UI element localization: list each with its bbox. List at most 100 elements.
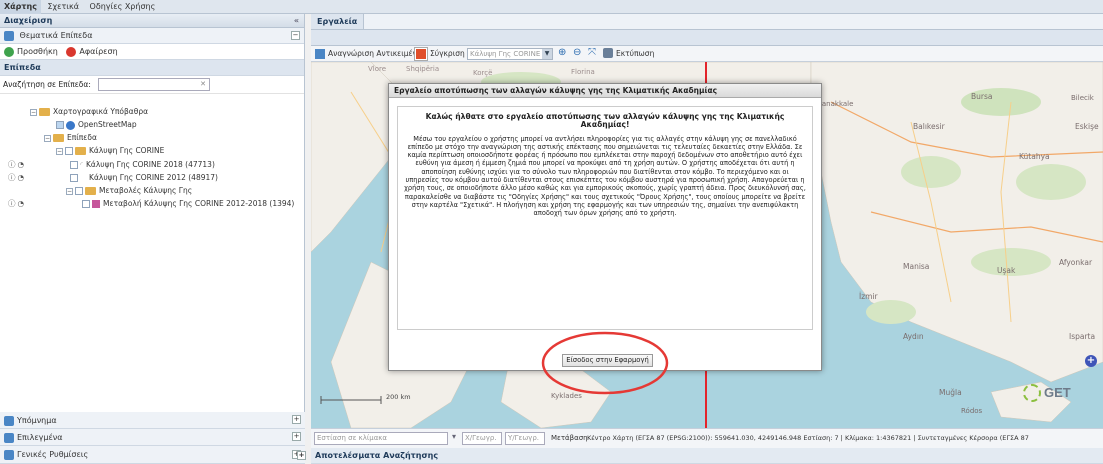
- identify-icon[interactable]: [315, 49, 325, 59]
- tree-node-label: Μεταβολές Κάλυψης Γης: [99, 186, 193, 195]
- opacity-icon[interactable]: ◔: [18, 160, 25, 169]
- collapse-toggle-icon[interactable]: −: [291, 31, 300, 40]
- legend-panel-header[interactable]: Υπόμνημα +: [0, 412, 305, 429]
- tools-tabbar: Εργαλεία: [311, 14, 1103, 30]
- info-icon[interactable]: ⓘ: [8, 160, 16, 169]
- thematic-levels-header[interactable]: Θεματικά Επίπεδα −: [0, 28, 304, 44]
- map-info-text: Κέντρο Χάρτη (ΕΓΣΑ 87 (EPSG:2100)): 5596…: [587, 434, 1029, 442]
- folder-icon: [39, 108, 50, 116]
- y-coord-input[interactable]: Y/Γεωγρ.: [505, 432, 545, 445]
- map-label: Çanakkale: [817, 100, 854, 108]
- tree-node-changes[interactable]: − Μεταβολές Κάλυψης Γης: [66, 185, 192, 197]
- add-button[interactable]: Προσθήκη: [17, 47, 58, 56]
- tree-node-change-2012-2018[interactable]: ⓘ ◔ Μεταβολή Κάλυψης Γης CORINE 2012-2018 …: [8, 198, 294, 210]
- settings-panel-header[interactable]: Γενικές Ρυθμίσεις +: [0, 446, 305, 464]
- tab-map[interactable]: Χάρτης: [0, 0, 41, 14]
- expand-toggle-icon[interactable]: +: [292, 415, 301, 424]
- layer-select-value: Κάλυψη Γης CORINE 20: [470, 50, 552, 58]
- chevron-down-icon[interactable]: ▼: [542, 49, 552, 59]
- info-icon[interactable]: ⓘ: [8, 173, 16, 182]
- scale-search-input[interactable]: Εστίαση σε κλίμακα: [314, 432, 448, 445]
- expand-icon[interactable]: −: [66, 187, 73, 195]
- tab-tools[interactable]: Εργαλεία: [311, 14, 365, 29]
- tree-node-corine-2018[interactable]: ⓘ ◔ ◜ Κάλυψη Γης CORINE 2018 (47713): [8, 159, 215, 171]
- legend-icon: [4, 415, 14, 426]
- tree-node-layers[interactable]: − Επίπεδα: [44, 132, 97, 144]
- add-layer-icon[interactable]: +: [1085, 355, 1097, 367]
- levels-tab[interactable]: Επίπεδα: [0, 60, 304, 76]
- layer-checkbox[interactable]: [82, 200, 91, 208]
- remove-button[interactable]: Αφαίρεση: [79, 47, 117, 56]
- tree-node-label: Κάλυψη Γης CORINE: [89, 146, 165, 155]
- remove-icon[interactable]: [66, 46, 77, 57]
- chevron-down-icon[interactable]: ▾: [452, 432, 456, 441]
- map-label: Shqipëria: [406, 65, 440, 73]
- tree-node-corine-2012[interactable]: ⓘ ◔ Κάλυψη Γης CORINE 2012 (48917): [8, 172, 218, 184]
- map-label: Balıkesir: [913, 122, 945, 131]
- dialog-text: Μέσω του εργαλείου ο χρήστης μπορεί να α…: [404, 134, 806, 218]
- search-results-header[interactable]: + Αποτελέσματα Αναζήτησης: [297, 448, 1103, 464]
- legend-label: Υπόμνημα: [17, 416, 57, 425]
- settings-icon: [4, 449, 14, 460]
- selected-panel-header[interactable]: Επιλεγμένα +: [0, 429, 305, 446]
- left-bottom-panels: Υπόμνημα + Επιλεγμένα + Γενικές Ρυθμίσεις +: [0, 412, 305, 464]
- collapse-icon[interactable]: «: [294, 14, 299, 28]
- level-search-input[interactable]: ✕: [98, 78, 210, 91]
- layer-select[interactable]: Κάλυψη Γης CORINE 20 ▼: [467, 48, 553, 60]
- layer-checkbox[interactable]: [70, 174, 79, 182]
- opacity-icon[interactable]: ◔: [18, 173, 25, 182]
- print-button[interactable]: Εκτύπωση: [616, 49, 654, 58]
- expand-toggle-icon[interactable]: +: [297, 451, 306, 460]
- extent-icon[interactable]: ⤧: [588, 47, 596, 58]
- y-coord-placeholder: Y/Γεωγρ.: [508, 434, 539, 442]
- layer-checkbox[interactable]: [56, 121, 64, 129]
- map-toolbar: Αναγνώριση Αντικειμένων Σύγκριση Κάλυψη …: [311, 46, 1103, 62]
- tab-instructions[interactable]: Οδηγίες Χρήσης: [86, 0, 160, 14]
- top-tab-bar: Χάρτης Σχετικά Οδηγίες Χρήσης: [0, 0, 1103, 14]
- layer-checkbox[interactable]: [70, 161, 79, 169]
- tree-node-corine[interactable]: − Κάλυψη Γης CORINE: [56, 145, 164, 157]
- layer-tree: − Χαρτογραφικά Υπόβαθρα OpenStreetMap − Επ…: [0, 94, 304, 352]
- tree-node-label: Επίπεδα: [67, 133, 97, 142]
- x-coord-input[interactable]: X/Γεωγρ.: [462, 432, 502, 445]
- layer-checkbox[interactable]: [65, 147, 73, 155]
- management-panel: Διαχείριση « Θεματικά Επίπεδα − Προσθήκη…: [0, 14, 305, 464]
- tree-node-label: Κάλυψη Γης CORINE 2018 (47713): [85, 160, 215, 169]
- identify-button[interactable]: Αναγνώριση Αντικειμένων: [328, 49, 427, 58]
- compare-button[interactable]: Σύγκριση: [430, 49, 465, 58]
- add-icon[interactable]: [4, 46, 14, 57]
- map-label: Eskişe: [1075, 122, 1099, 131]
- expand-icon[interactable]: −: [44, 134, 51, 142]
- map-label: Isparta: [1069, 332, 1096, 341]
- expand-icon[interactable]: −: [56, 147, 63, 155]
- map-label: Afyonkar: [1059, 258, 1093, 267]
- level-search-label: Αναζήτηση σε Επίπεδα:: [3, 80, 91, 89]
- get-logo: GET: [1023, 384, 1083, 404]
- go-button[interactable]: Μετάβαση: [551, 434, 588, 442]
- clear-search-icon[interactable]: ✕: [200, 80, 206, 88]
- zoom-in-icon[interactable]: ⊕: [558, 47, 566, 58]
- map-label: Bilecik: [1071, 94, 1094, 102]
- dialog-body: Καλώς ήλθατε στο εργαλείο αποτύπωσης των…: [397, 106, 813, 330]
- x-coord-placeholder: X/Γεωγρ.: [465, 434, 497, 442]
- zoom-out-icon[interactable]: ⊖: [573, 47, 581, 58]
- layer-checkbox[interactable]: [75, 187, 83, 195]
- info-icon[interactable]: ⓘ: [8, 199, 16, 208]
- folder-icon: [53, 134, 64, 142]
- tree-node-basemaps[interactable]: − Χαρτογραφικά Υπόβαθρα: [30, 106, 148, 118]
- compare-icon[interactable]: [414, 47, 428, 61]
- folder-icon: [85, 187, 96, 195]
- map-label: Uşak: [997, 266, 1016, 275]
- expand-icon[interactable]: −: [30, 108, 37, 116]
- opacity-icon[interactable]: ◔: [18, 199, 25, 208]
- globe-icon: [66, 120, 75, 130]
- tree-node-label: Κάλυψη Γης CORINE 2012 (48917): [89, 173, 218, 182]
- management-title: Διαχείριση: [4, 16, 53, 25]
- print-icon[interactable]: [603, 48, 613, 58]
- expand-toggle-icon[interactable]: +: [292, 432, 301, 441]
- tree-node-osm[interactable]: OpenStreetMap: [56, 119, 137, 131]
- scale-bar-label: 200 km: [386, 393, 411, 401]
- folder-icon: [75, 147, 86, 155]
- tab-about[interactable]: Σχετικά: [43, 0, 83, 14]
- logo-text: GET: [1044, 385, 1071, 400]
